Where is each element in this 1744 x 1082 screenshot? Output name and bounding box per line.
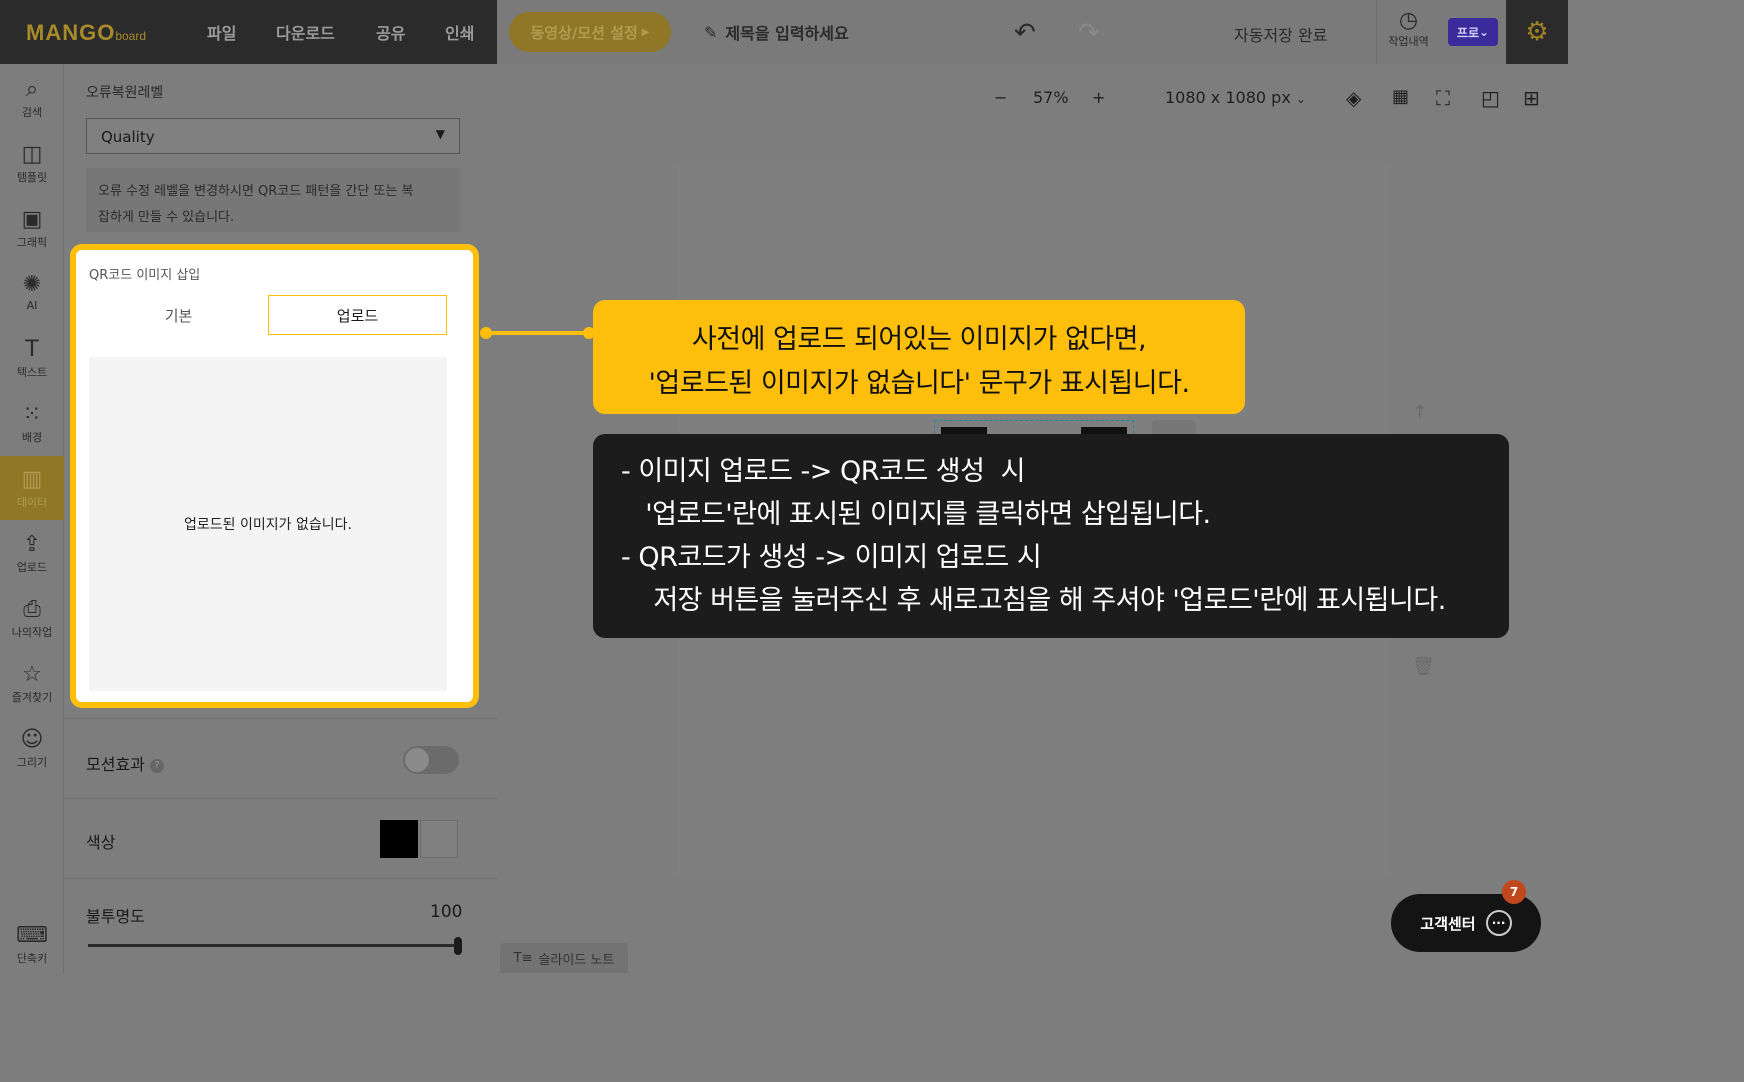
callout-yellow: 사전에 업로드 되어있는 이미지가 없다면, '업로드된 이미지가 없습니다' … — [593, 300, 1245, 414]
callout-yellow-line: 사전에 업로드 되어있는 이미지가 없다면, — [691, 324, 1147, 355]
history-label: 작업내역 — [1388, 35, 1429, 48]
sidebar-item-shortcut[interactable]: ⌨ 단축키 — [0, 922, 64, 970]
draw-icon: ☺ — [20, 727, 44, 752]
sidebar-item-search[interactable]: ⌕ 검색 — [0, 76, 64, 136]
tab-upload[interactable]: 업로드 — [268, 295, 447, 335]
opacity-label: 불투명도 — [86, 907, 145, 926]
callout-black-line: 저장 버튼을 눌러주신 후 새로고침을 해 주셔야 '업로드'란에 표시됩니다. — [621, 585, 1446, 616]
color-swatch-black[interactable] — [380, 820, 418, 858]
crop-icon[interactable]: ⛶ — [1436, 86, 1450, 110]
arrow-up-icon[interactable]: ↑ — [1412, 402, 1427, 423]
ai-icon: ✺ — [22, 272, 42, 297]
autosave-status: 자동저장 완료 — [1234, 26, 1328, 45]
opacity-row: 불투명도 — [64, 878, 497, 973]
graphic-icon: ▣ — [21, 207, 43, 232]
sidebar-item-data[interactable]: ▥ 데이터 — [0, 456, 64, 520]
layers-icon[interactable]: ◈ — [1346, 86, 1361, 110]
callout-black-line: '업로드'란에 표시된 이미지를 클릭하면 삽입됩니다. — [621, 499, 1211, 530]
gear-icon[interactable]: ⚙ — [1506, 0, 1568, 64]
star-icon: ☆ — [22, 662, 42, 687]
history-button[interactable]: ◷ 작업내역 — [1376, 0, 1440, 64]
support-label: 고객센터 — [1420, 914, 1476, 933]
text-lines-icon: T≡ — [513, 950, 533, 966]
callout-black: - 이미지 업로드 -> QR코드 생성 시 '업로드'란에 표시된 이미지를 … — [593, 434, 1509, 638]
opacity-slider[interactable] — [88, 944, 458, 947]
motion-label: 모션효과 ? — [86, 751, 164, 775]
keyboard-icon: ⌨ — [16, 923, 48, 948]
canvas-size-select[interactable]: 1080 x 1080 px ⌄ — [1165, 88, 1306, 107]
upload-icon: ⇪ — [22, 532, 42, 557]
slide-note-tab[interactable]: T≡ 슬라이드 노트 — [500, 943, 628, 973]
undo-icon[interactable]: ↶ — [1014, 18, 1036, 48]
chevron-down-icon: ⌄ — [1295, 92, 1306, 106]
menu-file[interactable]: 파일 — [207, 20, 236, 44]
play-icon: ▶ — [641, 26, 650, 38]
background-icon: ⁙ — [22, 402, 42, 427]
search-icon: ⌕ — [25, 77, 39, 102]
zoom-level: 57% — [1033, 88, 1069, 107]
sidebar-item-ai[interactable]: ✺ AI — [0, 271, 64, 331]
callout-connector — [486, 331, 590, 335]
callout-black-line: - QR코드가 생성 -> 이미지 업로드 시 — [621, 542, 1042, 573]
error-level-help: 오류 수정 레벨을 변경하시면 QR코드 패턴을 간단 또는 복 잡하게 만들 … — [86, 168, 460, 232]
help-icon[interactable]: ? — [149, 758, 164, 773]
template-icon: ◫ — [21, 142, 43, 167]
zoom-in-button[interactable]: + — [1092, 88, 1105, 107]
qr-insert-title: QR코드 이미지 삽입 — [89, 268, 201, 283]
sidebar-item-background[interactable]: ⁙ 배경 — [0, 401, 64, 461]
redo-icon[interactable]: ↷ — [1078, 18, 1100, 48]
error-level-label: 오류복원레벨 — [86, 85, 164, 101]
sidebar-item-graphic[interactable]: ▣ 그래픽 — [0, 206, 64, 266]
menu-share[interactable]: 공유 — [376, 20, 405, 44]
chart-icon: ▥ — [21, 467, 43, 492]
resize-icon[interactable]: ◰ — [1481, 86, 1500, 110]
menu-print[interactable]: 인쇄 — [445, 20, 474, 44]
motion-settings-label: 동영상/모션 설정 — [530, 23, 638, 42]
ruler-icon[interactable]: ▦ — [1392, 86, 1409, 107]
menu-download[interactable]: 다운로드 — [276, 20, 335, 44]
sidebar-item-template[interactable]: ◫ 템플릿 — [0, 141, 64, 201]
error-level-value: Quality — [101, 128, 155, 146]
trash-icon[interactable]: 🗑 — [1412, 656, 1435, 677]
qr-image-insert-card: QR코드 이미지 삽입 기본 업로드 업로드된 이미지가 없습니다. — [70, 244, 479, 708]
chat-icon: ··· — [1485, 910, 1512, 936]
my-work-icon: ⎙ — [23, 597, 41, 622]
notification-badge: 7 — [1502, 880, 1526, 904]
sidebar-item-text[interactable]: T 텍스트 — [0, 336, 64, 396]
zoom-out-button[interactable]: − — [994, 88, 1007, 107]
icon-sidebar: ⌕ 검색 ◫ 템플릿 ▣ 그래픽 ✺ AI T 텍스트 ⁙ 배경 ▥ 데이터 ⇪ 업로드 ⎙ 나의… — [0, 64, 64, 973]
error-level-select[interactable]: Quality ▼ — [86, 118, 460, 154]
motion-settings-button[interactable]: 동영상/모션 설정 ▶ — [509, 12, 671, 52]
sidebar-item-upload[interactable]: ⇪ 업로드 — [0, 531, 64, 591]
tab-basic[interactable]: 기본 — [89, 295, 268, 335]
title-input[interactable]: ✎ 제목을 입력하세요 — [704, 20, 849, 44]
motion-toggle[interactable] — [403, 746, 459, 774]
opacity-value[interactable]: 100 — [430, 902, 462, 922]
sidebar-item-my-work[interactable]: ⎙ 나의작업 — [0, 596, 64, 656]
caret-down-icon: ▼ — [435, 127, 445, 141]
title-placeholder: 제목을 입력하세요 — [725, 24, 849, 43]
callout-black-line: - 이미지 업로드 -> QR코드 생성 시 — [621, 456, 1025, 487]
text-icon: T — [25, 337, 39, 362]
sidebar-item-draw[interactable]: ☺ 그리기 — [0, 726, 64, 786]
pro-badge[interactable]: 프로 ⌄ — [1448, 18, 1498, 46]
pencil-icon: ✎ — [704, 22, 718, 42]
color-label: 색상 — [86, 833, 116, 852]
callout-yellow-line: '업로드된 이미지가 없습니다' 문구가 표시됩니다. — [648, 368, 1190, 399]
history-icon: ◷ — [1398, 8, 1419, 33]
upload-empty-state: 업로드된 이미지가 없습니다. — [89, 357, 447, 691]
mangoboard-logo[interactable]: MANGOboard — [26, 20, 146, 46]
opacity-slider-thumb[interactable] — [454, 937, 462, 955]
color-swatch-white[interactable] — [420, 820, 458, 858]
top-bar-right: 동영상/모션 설정 ▶ ✎ 제목을 입력하세요 ↶ ↷ 자동저장 완료 ◷ 작업… — [497, 0, 1568, 64]
sidebar-item-favorites[interactable]: ☆ 즐겨찾기 — [0, 661, 64, 721]
grid-icon[interactable]: ⊞ — [1523, 86, 1540, 110]
